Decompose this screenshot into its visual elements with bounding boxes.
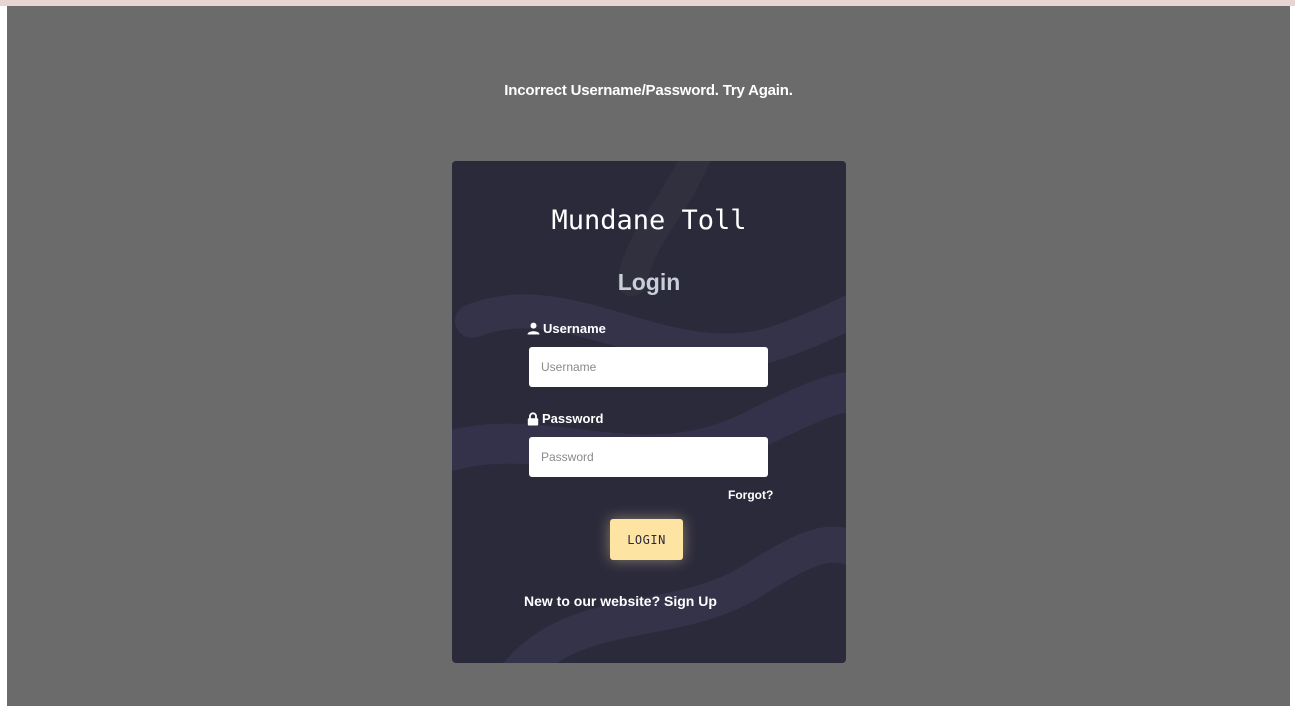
lock-icon bbox=[527, 411, 539, 426]
login-card: Mundane Toll Login Username Password Fo bbox=[452, 161, 846, 663]
modal-backdrop: Incorrect Username/Password. Try Again. … bbox=[7, 6, 1290, 706]
login-heading: Login bbox=[617, 269, 681, 295]
user-icon bbox=[527, 322, 540, 335]
password-input[interactable] bbox=[529, 437, 768, 477]
username-input[interactable] bbox=[529, 347, 768, 387]
forgot-password-link[interactable]: Forgot? bbox=[728, 488, 773, 502]
error-message: Incorrect Username/Password. Try Again. bbox=[504, 82, 793, 99]
brand-title: Mundane Toll bbox=[551, 205, 747, 236]
card-background-decoration bbox=[452, 161, 846, 663]
password-label-text: Password bbox=[542, 411, 604, 426]
username-label-text: Username bbox=[543, 321, 606, 336]
signup-prompt: New to our website? Sign Up bbox=[524, 593, 717, 609]
username-label: Username bbox=[527, 321, 606, 336]
login-button[interactable]: LOGIN bbox=[610, 519, 683, 560]
signup-prompt-text: New to our website? bbox=[524, 593, 661, 609]
signup-link[interactable]: Sign Up bbox=[664, 593, 717, 609]
password-label: Password bbox=[527, 411, 603, 426]
